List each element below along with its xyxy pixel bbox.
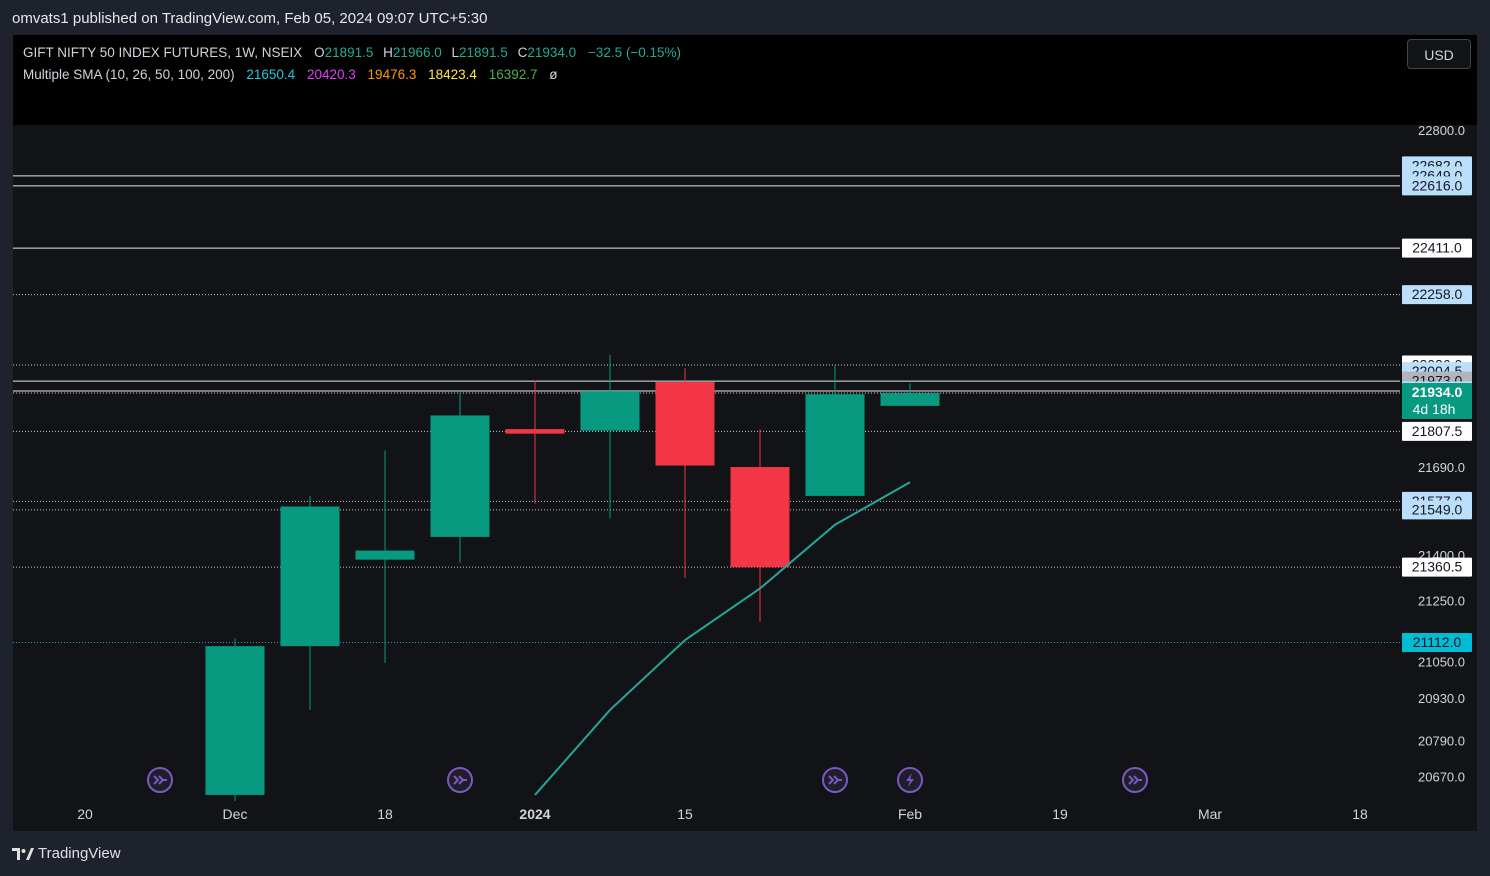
candle-body-9 — [880, 392, 940, 406]
tradingview-logo-icon — [12, 847, 34, 860]
price-tick-1: 21690.0 — [1418, 460, 1465, 475]
dividend-icon — [1122, 767, 1148, 793]
candle-body-4 — [505, 429, 565, 434]
price-tick-0: 22800.0 — [1418, 123, 1465, 138]
price-label-10: 21807.5 — [1412, 423, 1463, 439]
tradingview-logo[interactable]: TradingView — [12, 845, 121, 862]
candle-body-3 — [430, 415, 490, 537]
candle-body-8 — [805, 394, 865, 496]
candlestick-chart: 22800.021690.021400.021250.021050.020930… — [13, 123, 1472, 822]
price-label-12: 21549.0 — [1412, 501, 1463, 517]
time-tick-6: 19 — [1052, 806, 1068, 822]
time-tick-3: 2024 — [519, 806, 550, 822]
candle-body-6 — [655, 382, 715, 466]
price-label-4: 22258.0 — [1412, 286, 1463, 302]
price-label-9: 21934.0 — [1412, 384, 1463, 400]
price-label-14: 21112.0 — [1413, 634, 1462, 650]
time-tick-0: 20 — [77, 806, 93, 822]
sma-line — [534, 481, 911, 796]
time-tick-5: Feb — [898, 806, 922, 822]
price-label-3: 22411.0 — [1412, 240, 1462, 256]
time-tick-1: Dec — [223, 806, 248, 822]
candle-body-5 — [580, 391, 640, 431]
candle-body-7 — [730, 467, 790, 568]
price-tick-6: 20790.0 — [1418, 733, 1465, 748]
price-tick-7: 20670.0 — [1418, 770, 1465, 785]
time-tick-8: 18 — [1352, 806, 1368, 822]
time-tick-4: 15 — [677, 806, 693, 822]
price-tick-3: 21250.0 — [1418, 594, 1465, 609]
candle-body-0 — [205, 646, 265, 795]
dividend-icon — [822, 767, 848, 793]
time-tick-2: 18 — [377, 806, 393, 822]
price-tick-4: 21050.0 — [1418, 654, 1465, 669]
candle-body-2 — [355, 550, 415, 560]
bar-countdown-label: 4d 18h — [1413, 401, 1456, 417]
tradingview-brand: TradingView — [38, 845, 121, 862]
price-tick-5: 20930.0 — [1418, 691, 1465, 706]
price-label-13: 21360.5 — [1412, 559, 1463, 575]
dividend-icon — [147, 767, 173, 793]
candle-body-1 — [280, 506, 340, 647]
dividend-icon — [447, 767, 473, 793]
price-label-2: 22616.0 — [1412, 177, 1463, 193]
time-tick-7: Mar — [1198, 806, 1222, 822]
